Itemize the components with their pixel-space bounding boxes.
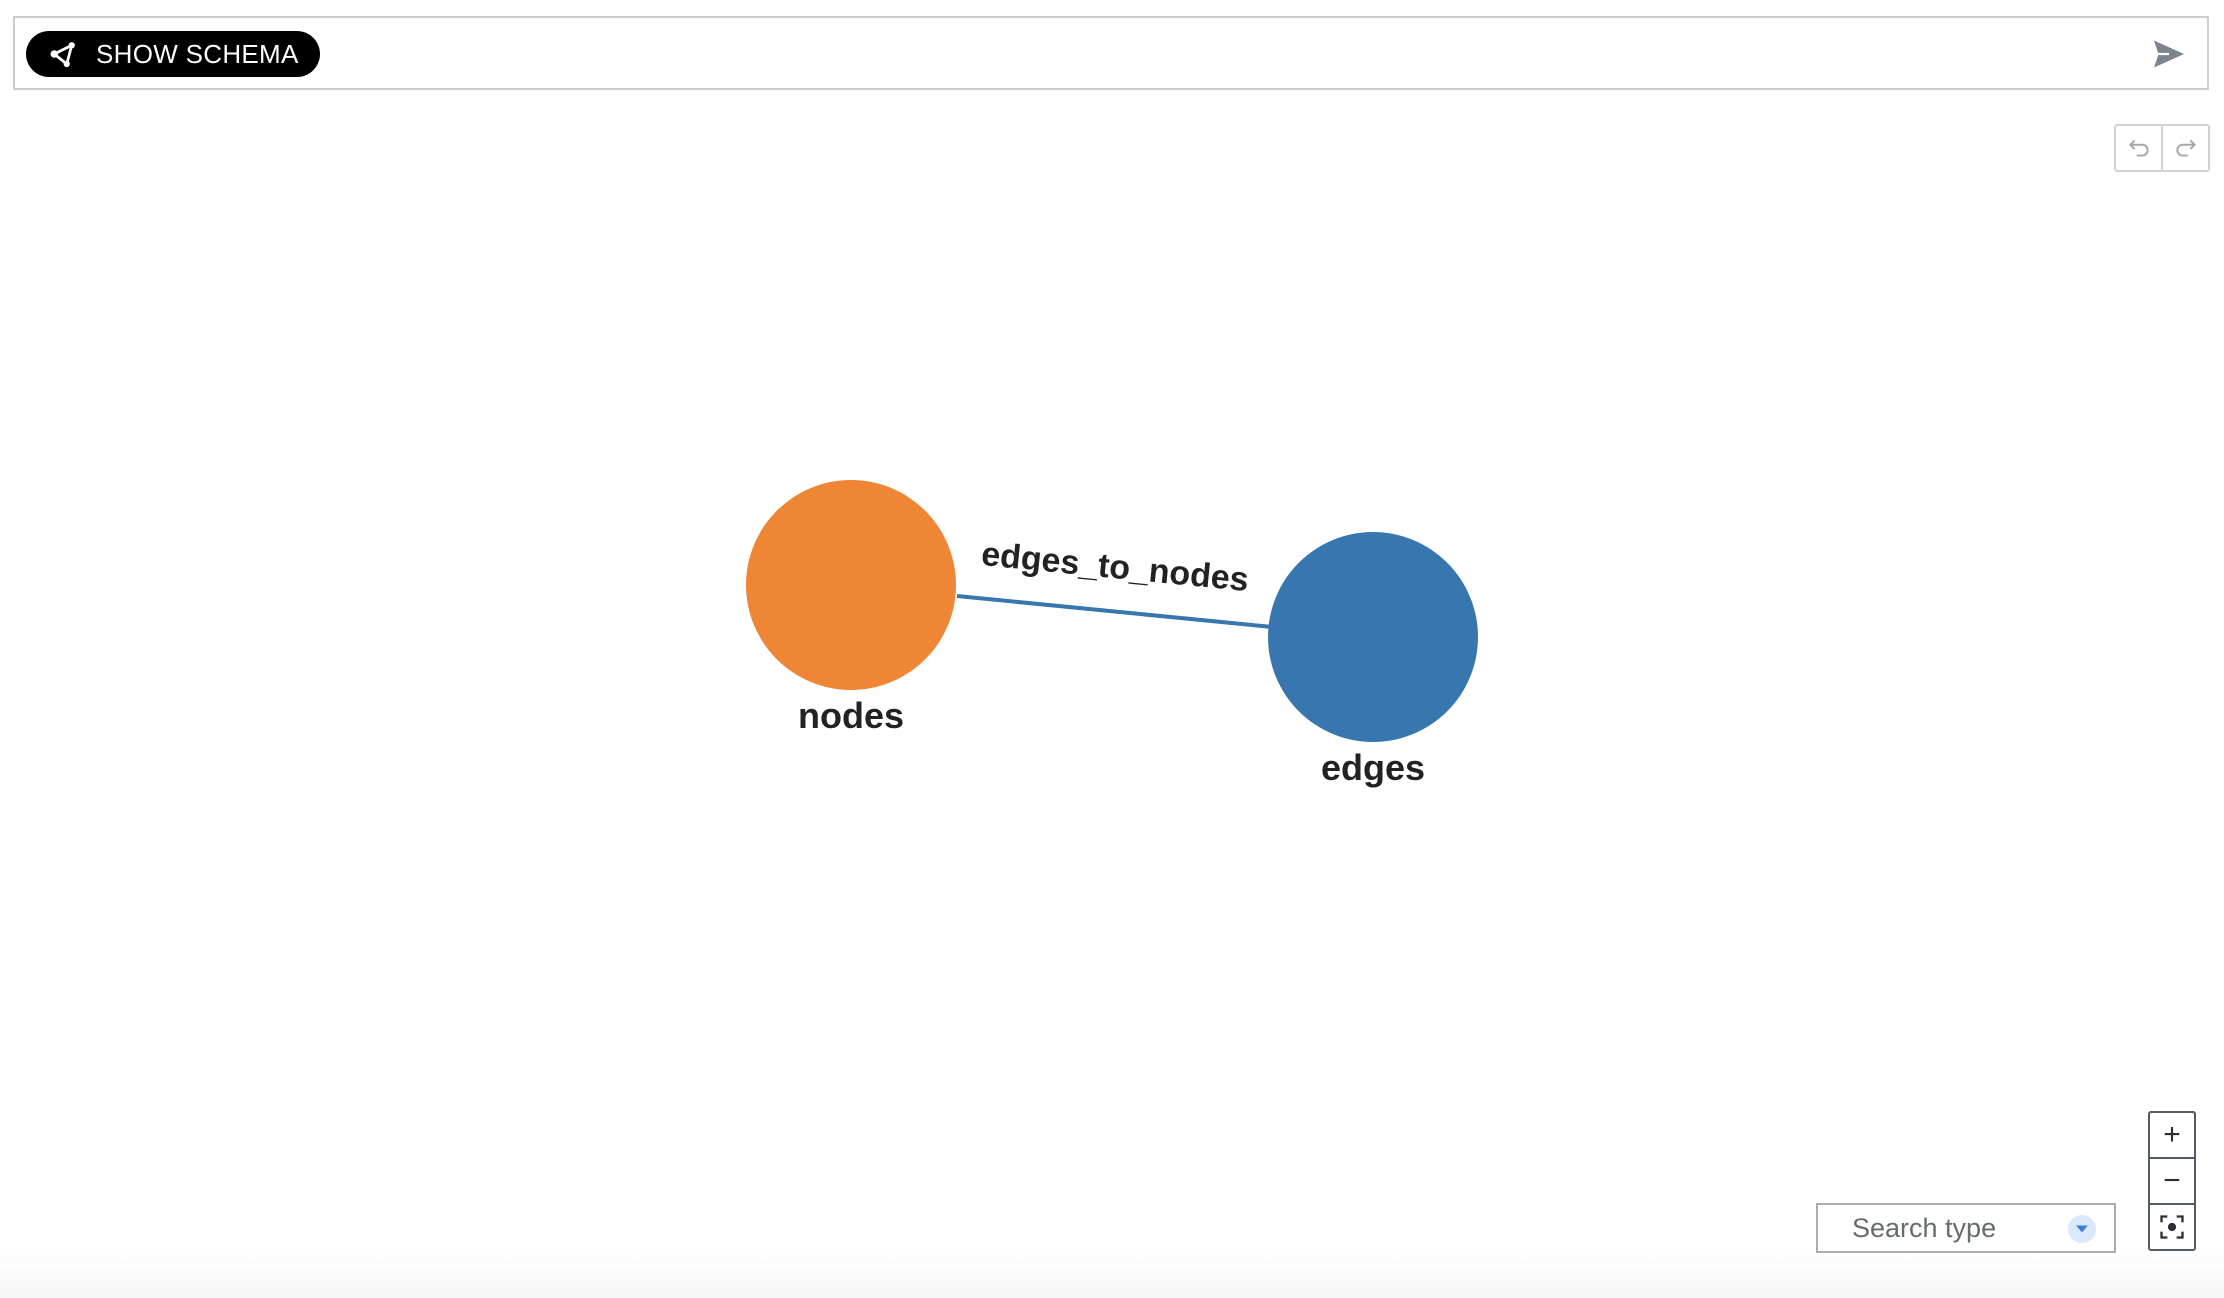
graph-node-label-nodes: nodes [798,695,904,736]
graph-node-edges[interactable] [1268,532,1478,742]
zoom-in-button[interactable]: + [2148,1111,2196,1159]
chevron-down-icon [2068,1215,2096,1243]
zoom-out-button[interactable]: − [2148,1157,2196,1205]
graph-node-nodes[interactable] [746,480,956,690]
search-type-select[interactable]: Search type [1816,1203,2116,1253]
graph-edge-label: edges_to_nodes [980,535,1251,599]
graph-edge-line[interactable] [956,594,1273,629]
fit-to-screen-icon [2160,1215,2184,1239]
graph-canvas[interactable]: edges_to_nodes nodes edges [0,0,2224,1298]
graph-node-label-edges: edges [1321,747,1425,788]
zoom-controls: + − [2148,1111,2196,1251]
search-type-placeholder: Search type [1852,1212,1997,1243]
fit-to-screen-button[interactable] [2148,1203,2196,1251]
